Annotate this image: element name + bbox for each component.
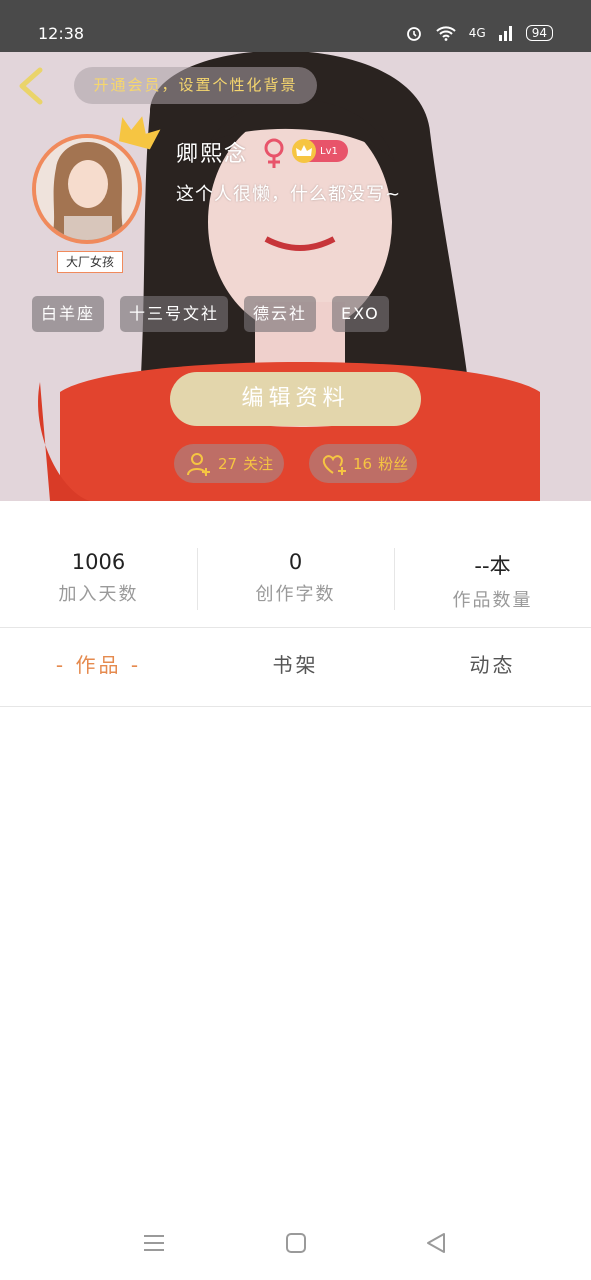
fans-button[interactable]: 16 粉丝 [309,444,417,483]
background-photo [0,52,591,501]
status-bar: 12:38 4G 94 [0,0,591,52]
tab-label: 动态 [469,653,516,677]
stat-value: --本 [474,554,511,578]
tag-item[interactable]: 德云社 [244,296,317,332]
edit-profile-button[interactable]: 编辑资料 [170,372,421,426]
tab-dash-right: - [121,653,142,677]
following-button[interactable]: 27 关注 [174,444,284,483]
avatar-image [36,138,138,240]
battery-level: 94 [525,25,553,41]
stat-word-count: 0 创作字数 [197,540,394,616]
wifi-icon [436,26,456,41]
add-user-icon [187,452,210,476]
female-icon [264,138,284,168]
tab-label: 书架 [272,653,319,677]
avatar-badge: 大厂女孩 [57,251,123,273]
stat-label: 创作字数 [255,584,336,605]
alarm-icon [406,27,421,41]
system-nav-bar [0,1220,591,1270]
following-label: 关注 [243,455,274,473]
stat-work-count: --本 作品数量 [394,540,591,616]
crown-icon [118,116,161,150]
tab-activity[interactable]: 动态 [394,640,591,690]
tag-item[interactable]: 十三号文社 [120,296,229,332]
chevron-left-icon [19,67,43,105]
menu-icon[interactable] [143,1232,165,1254]
tab-dash-left: - [55,653,76,677]
status-icons: 4G 94 [405,24,553,42]
heart-plus-icon [322,454,346,475]
stat-value: 1006 [71,550,126,574]
network-label: 4G [468,26,486,40]
stat-label: 作品数量 [452,590,533,611]
tab-works[interactable]: - 作品 - [0,640,197,690]
divider [0,627,591,628]
status-time: 12:38 [38,24,85,43]
fans-label: 粉丝 [378,455,409,473]
signal-icon [498,26,512,41]
level-badge: Lv1 [292,139,348,163]
back-button[interactable] [14,66,48,106]
username: 卿熙念 [176,142,249,167]
stats-row: 1006 加入天数 0 创作字数 --本 作品数量 [0,540,591,616]
tab-label: 作品 [75,653,122,677]
avatar-portrait [36,138,138,240]
following-count: 27 [218,454,238,473]
vip-background-promo[interactable]: 开通会员，设置个性化背景 [74,67,317,104]
tag-item[interactable]: 白羊座 [32,296,105,332]
triangle-back-icon[interactable] [425,1232,447,1254]
stat-join-days: 1006 加入天数 [0,540,197,616]
level-crown-icon [292,139,316,163]
fans-count: 16 [353,454,373,473]
profile-tabs: - 作品 - 书架 动态 [0,640,591,690]
square-icon[interactable] [285,1232,307,1254]
tag-list: 白羊座 十三号文社 德云社 EXO [32,296,389,332]
level-text: Lv1 [320,145,338,157]
tag-item[interactable]: EXO [332,296,389,332]
bio-text: 这个人很懒，什么都没写~ [176,184,402,205]
stat-value: 0 [288,550,303,574]
divider [0,706,591,707]
profile-background [0,52,591,501]
stat-label: 加入天数 [58,584,139,605]
tab-bookshelf[interactable]: 书架 [197,640,394,690]
